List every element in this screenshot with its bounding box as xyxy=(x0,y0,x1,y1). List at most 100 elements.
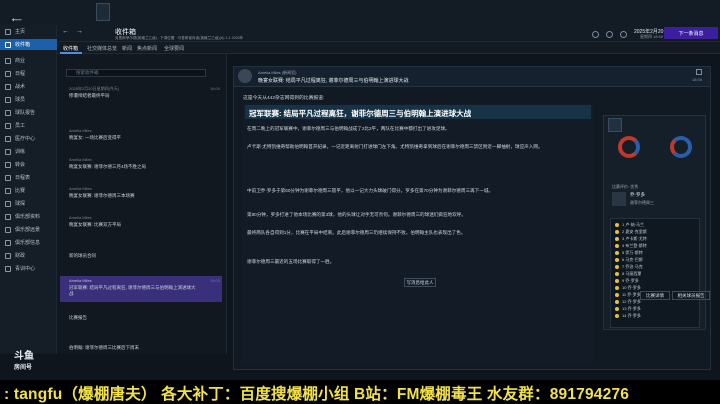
rating-dot-icon xyxy=(615,250,619,255)
rating-dot-icon xyxy=(615,285,619,290)
search-placeholder: 搜索收件箱 xyxy=(76,70,99,75)
report-icon xyxy=(5,109,11,116)
sidebar-item-players[interactable]: 球员 xyxy=(0,94,57,105)
match-rating-label: 比赛评价: 优秀 xyxy=(612,184,639,189)
sidebar-item-reports[interactable]: 球队报告 xyxy=(0,107,57,118)
tactics-icon xyxy=(5,83,11,90)
stream-watermark-logo: 斗鱼 房间号 xyxy=(14,351,34,372)
home-icon xyxy=(5,28,11,35)
reply-button[interactable]: 写消息给此人 xyxy=(404,278,436,287)
list-item[interactable]: 伯明翰: 谢菲尔德周三比赛后下周末 xyxy=(60,336,222,358)
tab-social[interactable]: 社交媒体总览 xyxy=(87,45,117,52)
tab-news[interactable]: 新闻 xyxy=(122,45,132,52)
rating-dot-icon xyxy=(615,264,619,269)
sidebar-item-training[interactable]: 训练 xyxy=(0,146,57,157)
forward-icon[interactable]: → xyxy=(76,28,83,35)
list-item[interactable]: 2025年2月20日星期四(今天) 惨遭缔结者最终平局 18:00 xyxy=(60,84,222,106)
top-bar: ⟵ ← → 收件箱 克鲁斯菲尔德(英格兰乙级) - 下调位置 · 马鲁斯宣传者(… xyxy=(0,0,720,42)
sidebar-item-youth[interactable]: 青训中心 xyxy=(0,263,57,274)
sidebar-item-business[interactable]: 商业 xyxy=(0,55,57,66)
sidebar-item-club-info[interactable]: 俱乐部资料 xyxy=(0,211,57,222)
back-icon[interactable]: ← xyxy=(62,28,69,35)
sidebar-item-competitions[interactable]: 比赛 xyxy=(0,185,57,196)
club-name: 谢菲尔德周三 xyxy=(630,200,654,205)
tab-featured[interactable]: 焦点新闻 xyxy=(137,45,157,52)
lineup-row[interactable]: 8 马丽西蒙 xyxy=(615,271,699,278)
lineup-row[interactable]: 14 乔·罗多 xyxy=(615,313,699,320)
sidebar-item-transfers[interactable]: 转会 xyxy=(0,159,57,170)
search-icon[interactable] xyxy=(592,31,599,38)
rating-dot-icon xyxy=(615,299,619,304)
article-paragraph: 谢菲尔德周三最近的五场比赛取得了一胜。 xyxy=(247,259,335,264)
player-of-match: 乔·罗多 xyxy=(630,192,645,197)
game-day: 星期四 18:00 xyxy=(640,34,664,39)
tab-inbox[interactable]: 收件箱 xyxy=(63,45,78,52)
sidebar-item-finances[interactable]: 财政 xyxy=(0,250,57,261)
article-title: 冠军联赛: 结局平凡过程离狂，谢菲尔德周三与伯明翰上演进球大战 xyxy=(245,105,591,119)
sidebar-item-schedule[interactable]: 日程 xyxy=(0,68,57,79)
article-paragraph: 最终两队各自得到1分，比赛在平局中结束。此后谢菲尔德周三仍继续保持不败，伯明翰主… xyxy=(247,230,466,235)
sidebar: 主页 收件箱 商业 日程 战术 球员 球队报告 员工 医疗中心 训练 转会 日程… xyxy=(0,25,57,354)
staff-icon xyxy=(5,122,11,129)
sidebar-item-club-vision[interactable]: 俱乐部远景 xyxy=(0,224,57,235)
lineup-row[interactable]: 3 卢卡斯·尤特 xyxy=(615,236,699,243)
lineup-row[interactable]: 5 伊万·斯特 xyxy=(615,250,699,257)
transfer-icon xyxy=(5,161,11,168)
app-window: ⟵ ← → 收件箱 克鲁斯菲尔德(英格兰乙级) - 下调位置 · 马鲁斯宣传者(… xyxy=(0,0,720,404)
match-details-button[interactable]: 比赛详情 xyxy=(640,291,670,300)
continue-button[interactable]: 下一条消息 xyxy=(664,27,718,39)
sidebar-item-fixtures[interactable]: 日程表 xyxy=(0,172,57,183)
list-item[interactable]: Amelia Miles 晚宴女联赛: 谢菲尔德三月4场不胜之局 xyxy=(60,155,222,177)
message-viewer: Amelia Miles (新闻官) 晚宴女联赛: 结局平凡过程离狂, 谢菲尔德… xyxy=(233,66,711,370)
stream-banner-text: : tangfu（爆棚唐夫） 各大补丁：百度搜爆棚小组 B站：FM爆棚毒王 水友… xyxy=(4,386,630,403)
inbox-icon xyxy=(5,41,11,48)
scout-icon xyxy=(5,200,11,207)
settings-icon[interactable] xyxy=(620,31,627,38)
lineup-row[interactable]: 4 布兰登·斯特 xyxy=(615,243,699,250)
lineup-row[interactable]: 2 夏安·克里斯 xyxy=(615,229,699,236)
sidebar-item-scouting[interactable]: 球探 xyxy=(0,198,57,209)
rating-dot-icon xyxy=(615,313,619,318)
intro-text: 这是今天从442杂志网得到的比赛报道: xyxy=(243,96,325,101)
lineup-row[interactable]: 13 乔·罗多 xyxy=(615,306,699,313)
lineup-row[interactable]: 6 马克·巴斯 xyxy=(615,257,699,264)
list-item[interactable]: 比赛报告 xyxy=(60,306,222,328)
flag-icon[interactable] xyxy=(696,69,702,75)
youth-icon xyxy=(5,265,11,272)
lineup-row[interactable]: 12 乔·罗多 xyxy=(615,299,699,306)
rating-dot-icon xyxy=(615,236,619,241)
rating-dot-icon xyxy=(615,278,619,283)
sidebar-item-tactics[interactable]: 战术 xyxy=(0,81,57,92)
sidebar-item-home[interactable]: 主页 xyxy=(0,26,57,37)
sidebar-item-inbox[interactable]: 收件箱 xyxy=(0,39,57,50)
rating-dot-icon xyxy=(615,306,619,311)
lineup-list: 1 卢·纳·马兰 2 夏安·克里斯 3 卢卡斯·尤特 4 布兰登·斯特 5 伊万… xyxy=(610,218,700,328)
message-header: Amelia Miles (新闻官) 晚宴女联赛: 结局平凡过程离狂, 谢菲尔德… xyxy=(234,67,710,87)
sidebar-item-medical[interactable]: 医疗中心 xyxy=(0,133,57,144)
club-icon xyxy=(5,213,11,220)
avatar xyxy=(238,69,252,83)
training-icon xyxy=(5,148,11,155)
message-time: 18:00 xyxy=(691,77,702,82)
list-item[interactable]: Amelia Miles 晚宴女联赛: 比赛双方平局 xyxy=(60,213,222,235)
list-item[interactable]: Amelia Miles 晚宴女联赛: 谢菲尔德周三本场赛 xyxy=(60,184,222,206)
lineup-row[interactable]: 7 乔治·马克 xyxy=(615,264,699,271)
possession-ring xyxy=(670,136,692,158)
sidebar-item-staff[interactable]: 员工 xyxy=(0,120,57,131)
list-item-selected[interactable]: Amelia Miles 冠军联赛: 结局平凡过程离狂, 谢菲尔德周三与伯明翰上演… xyxy=(60,276,222,302)
tab-bar: 收件箱 社交媒体总览 新闻 焦点新闻 全球要闻 xyxy=(57,42,720,54)
lineup-row[interactable]: 9 乔·罗多 xyxy=(615,278,699,285)
player-report-button[interactable]: 相关球员报告 xyxy=(672,291,710,300)
sidebar-item-club-details[interactable]: 俱乐部信息 xyxy=(0,237,57,248)
trophy-icon xyxy=(5,187,11,194)
lineup-row[interactable]: 1 卢·纳·马兰 xyxy=(615,222,699,229)
club-logo xyxy=(96,3,110,21)
tab-world[interactable]: 全球要闻 xyxy=(164,45,184,52)
rating-dot-icon xyxy=(615,292,619,297)
article-paragraph: 中前卫乔·罗多于第60分钟为谢菲尔德周三扳平，他以一记大力头球破门得分。罗多在第… xyxy=(247,188,494,193)
help-icon[interactable] xyxy=(606,31,613,38)
rating-dot-icon xyxy=(615,222,619,227)
back-arrow-icon[interactable]: ⟵ xyxy=(12,16,22,24)
list-item[interactable]: Amelia Miles 晚宴女: 一场比赛后变得平 xyxy=(60,126,222,148)
list-item[interactable]: 新的球员合同 xyxy=(60,244,222,266)
